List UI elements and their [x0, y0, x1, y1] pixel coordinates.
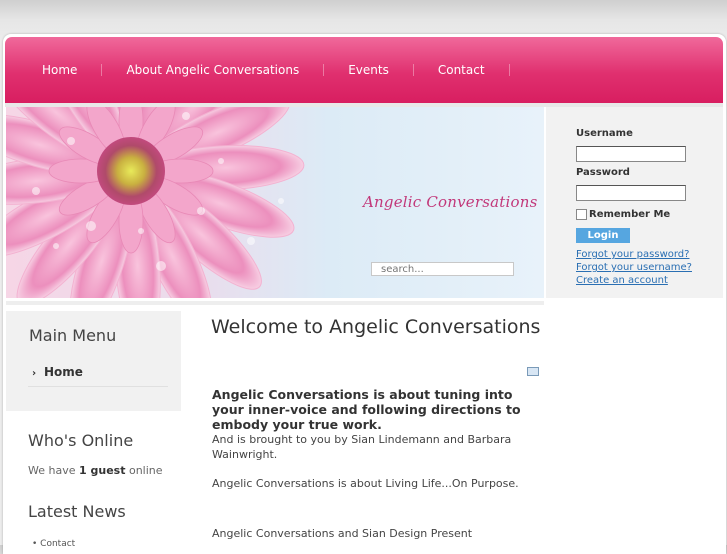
article-title: Welcome to Angelic Conversations [211, 316, 541, 338]
password-field[interactable] [576, 185, 686, 201]
main-menu-title: Main Menu [29, 326, 117, 345]
password-label: Password [576, 167, 630, 178]
main-menu-item-label: Home [44, 365, 83, 379]
bullet-icon: • [32, 539, 41, 549]
site-title: Angelic Conversations [363, 193, 538, 211]
email-icon[interactable] [527, 367, 539, 376]
latest-news-item[interactable]: • Contact [32, 539, 75, 549]
remember-checkbox[interactable] [576, 209, 587, 220]
login-button[interactable]: Login [576, 228, 630, 243]
forgot-username-link[interactable]: Forgot your username? [576, 262, 692, 273]
create-account-link[interactable]: Create an account [576, 275, 668, 286]
whos-online-title: Who's Online [28, 431, 134, 450]
username-label: Username [576, 128, 633, 139]
menu-divider [28, 386, 168, 387]
content-divider [6, 301, 544, 305]
main-menu-module: Main Menu › Home [6, 311, 181, 411]
forgot-password-link[interactable]: Forgot your password? [576, 249, 689, 260]
remember-label: Remember Me [589, 209, 671, 220]
main-menu-item-home[interactable]: › Home [32, 365, 83, 379]
login-panel: Username Password Remember Me Login Forg… [546, 107, 723, 298]
top-navigation-bar: Home About Angelic Conversations Events … [5, 37, 723, 103]
nav-about[interactable]: About Angelic Conversations [102, 64, 325, 76]
latest-news-label: Contact [40, 539, 76, 549]
guest-count: 1 guest [79, 464, 126, 477]
whos-online-prefix: We have [28, 464, 76, 477]
nav-home[interactable]: Home [5, 64, 103, 76]
whos-online-suffix: online [128, 464, 163, 477]
username-field[interactable] [576, 146, 686, 162]
article-paragraph: Angelic Conversations and Sian Design Pr… [212, 527, 473, 540]
whos-online-text: We have 1 guest online [28, 464, 163, 477]
article-intro: Angelic Conversations is about tuning in… [212, 387, 521, 432]
search-input[interactable] [371, 262, 514, 276]
nav-contact[interactable]: Contact [414, 64, 510, 76]
article-paragraph: Angelic Conversations is about Living Li… [212, 477, 519, 490]
article-paragraph: And is brought to you by Sian Lindemann … [212, 433, 512, 461]
chevron-right-icon: › [32, 368, 37, 379]
nav-events[interactable]: Events [324, 64, 414, 76]
latest-news-title: Latest News [28, 502, 126, 521]
main-nav: Home About Angelic Conversations Events … [5, 37, 510, 103]
article: Welcome to Angelic Conversations Angelic… [211, 316, 541, 541]
